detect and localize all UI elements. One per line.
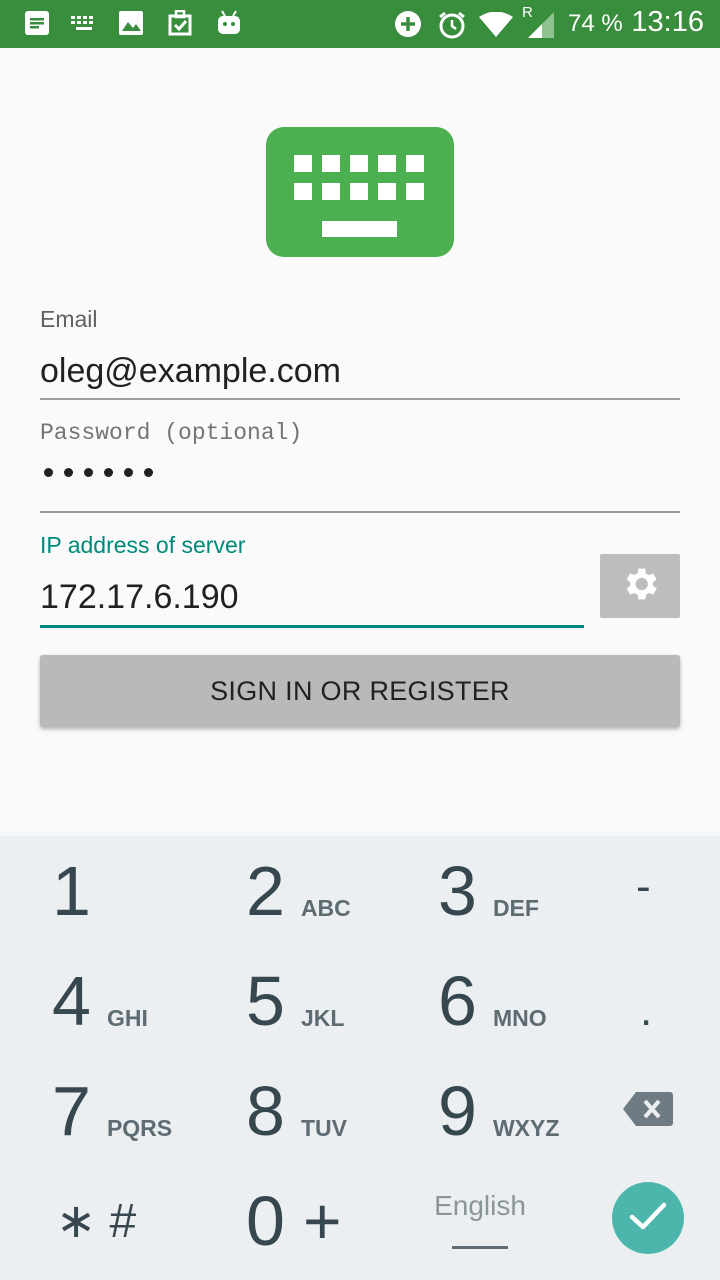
language-indicator <box>452 1246 508 1249</box>
password-label: Password (optional) <box>40 420 303 446</box>
password-dot <box>104 468 113 477</box>
key-letters: WXYZ <box>492 1114 560 1141</box>
key-letters: TUV <box>300 1114 347 1141</box>
key-digit: 1 <box>52 852 91 930</box>
login-form: Email oleg@example.com Password (optiona… <box>0 48 720 832</box>
clock: 13:16 <box>631 6 704 38</box>
key-period[interactable]: . <box>640 946 652 1056</box>
key-4[interactable]: 4 GHI <box>52 946 148 1056</box>
key-letters: MNO <box>492 1004 547 1031</box>
server-settings-button[interactable] <box>600 554 680 618</box>
key-2[interactable]: 2 ABC <box>246 836 351 946</box>
key-symbol: ∗ # <box>56 1195 137 1248</box>
done-button[interactable] <box>612 1182 684 1254</box>
key-digit: 9 <box>438 1072 477 1150</box>
ip-label: IP address of server <box>40 532 246 558</box>
ip-address-field[interactable]: 172.17.6.190 <box>40 578 239 617</box>
key-digit: 8 <box>246 1072 285 1150</box>
key-5[interactable]: 5 JKL <box>246 946 344 1056</box>
password-dot <box>44 468 53 477</box>
email-underline <box>40 398 680 400</box>
alarm-icon <box>437 10 467 45</box>
password-dot <box>84 468 93 477</box>
key-symbol: - <box>636 862 651 911</box>
key-digit: 7 <box>52 1072 91 1150</box>
key-plus: + <box>302 1184 342 1258</box>
password-field[interactable] <box>44 468 153 477</box>
check-icon <box>628 1200 668 1237</box>
status-bar: R 74 % 13:16 <box>0 0 720 48</box>
password-dot <box>64 468 73 477</box>
password-dot <box>124 468 133 477</box>
password-dot <box>144 468 153 477</box>
key-6[interactable]: 6 MNO <box>438 946 547 1056</box>
key-digit: 4 <box>52 962 91 1040</box>
gear-icon <box>619 563 661 610</box>
key-digit: 3 <box>438 852 477 930</box>
key-9[interactable]: 9 WXYZ <box>438 1056 559 1166</box>
email-label: Email <box>40 306 98 332</box>
language-switch[interactable]: English <box>420 1190 540 1222</box>
key-8[interactable]: 8 TUV <box>246 1056 347 1166</box>
email-field[interactable]: oleg@example.com <box>40 352 341 391</box>
data-saver-icon <box>394 10 422 43</box>
key-star-hash[interactable]: ∗ # <box>56 1166 136 1276</box>
key-1[interactable]: 1 <box>52 836 91 946</box>
notes-icon <box>24 10 50 41</box>
key-letters: JKL <box>300 1004 345 1031</box>
keyboard-icon <box>70 14 98 39</box>
key-3[interactable]: 3 DEF <box>438 836 539 946</box>
sign-in-or-register-button[interactable]: SIGN IN OR REGISTER <box>40 655 680 727</box>
task-icon <box>166 9 194 41</box>
key-digit: 6 <box>438 962 477 1040</box>
backspace-icon <box>622 1090 674 1133</box>
battery-percentage: 74 % <box>568 10 623 37</box>
key-0[interactable]: 0 + <box>246 1166 341 1276</box>
key-letters: PQRS <box>106 1114 173 1141</box>
key-7[interactable]: 7 PQRS <box>52 1056 172 1166</box>
wifi-icon <box>478 11 514 43</box>
key-minus[interactable]: - <box>636 832 651 942</box>
key-digit: 5 <box>246 962 285 1040</box>
key-symbol: . <box>640 986 653 1035</box>
key-letters: ABC <box>300 894 351 921</box>
key-letters: DEF <box>492 894 539 921</box>
keyboard-logo-icon <box>266 127 454 257</box>
key-digit: 0 <box>246 1182 285 1260</box>
android-icon <box>216 10 242 41</box>
password-underline <box>40 511 680 513</box>
roaming-indicator: R <box>522 4 533 21</box>
key-digit: 2 <box>246 852 285 930</box>
key-letters: GHI <box>106 1004 148 1031</box>
ip-underline <box>40 625 584 628</box>
image-icon <box>118 10 144 41</box>
backspace-key[interactable] <box>622 1056 674 1166</box>
